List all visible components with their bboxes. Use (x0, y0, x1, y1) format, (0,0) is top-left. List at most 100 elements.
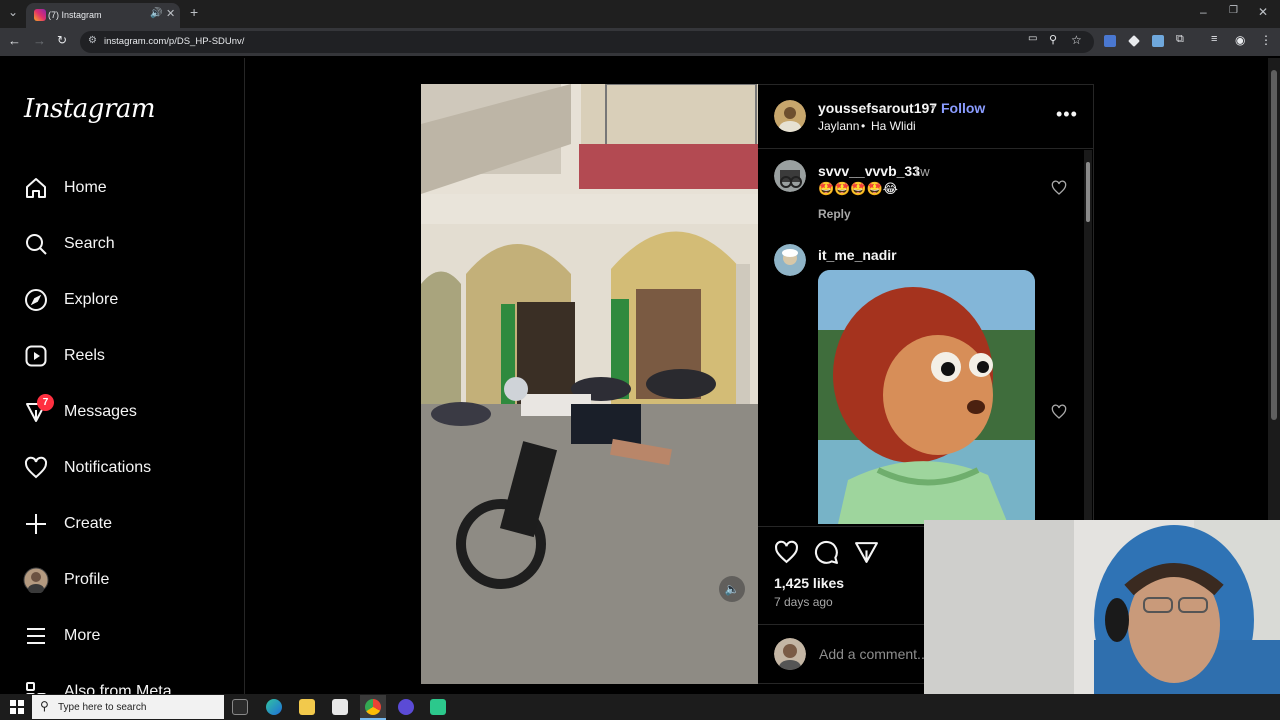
reload-icon[interactable]: ↻ (57, 33, 67, 47)
discord-like-icon[interactable] (398, 699, 414, 715)
audio-separator: • (861, 119, 866, 133)
nav-explore[interactable]: Explore (22, 280, 232, 320)
translate-extension-icon[interactable] (1104, 35, 1116, 47)
video-frame-scene (421, 84, 758, 684)
comment-bubble-icon[interactable] (814, 540, 839, 570)
back-icon[interactable]: ← (8, 33, 21, 48)
nav-also-from-meta[interactable]: Also from Meta (22, 672, 232, 694)
messages-badge: 7 (37, 394, 54, 411)
tab-title: (7) Instagram (48, 10, 102, 20)
hamburger-icon (22, 622, 50, 650)
taskbar-search-placeholder: Type here to search (58, 702, 147, 713)
home-icon (22, 174, 50, 202)
nav-also-from-meta-label: Also from Meta (64, 683, 172, 694)
app-icon[interactable] (430, 699, 446, 715)
nav-explore-label: Explore (64, 291, 119, 308)
comment-username[interactable]: svvv__vvvb_33 (818, 163, 920, 179)
extensions-puzzle-icon[interactable]: ⧉ (1176, 33, 1184, 46)
nav-notifications[interactable]: Notifications (22, 448, 232, 488)
taskbar-search-icon: ⚲ (40, 699, 49, 713)
comments-scrollbar-thumb[interactable] (1086, 162, 1090, 222)
browser-tab[interactable]: (7) Instagram 🔊 ✕ (26, 3, 180, 28)
nav-reels[interactable]: Reels (22, 336, 232, 376)
tab-list-icon[interactable]: ⌄ (8, 5, 18, 19)
meta-apps-icon (22, 678, 50, 694)
nav-search[interactable]: Search (22, 224, 232, 264)
nav-more-label: More (64, 627, 101, 644)
windows-start-icon[interactable] (10, 700, 24, 714)
plus-icon (22, 510, 50, 538)
file-explorer-icon[interactable] (299, 699, 315, 715)
audio-artist[interactable]: Jaylann (818, 119, 859, 133)
post-date: 7 days ago (774, 595, 833, 609)
site-info-icon[interactable]: ⚙ (88, 35, 97, 46)
nav-profile-label: Profile (64, 571, 110, 588)
media-controls-icon[interactable]: ≡ (1211, 33, 1217, 45)
heart-icon (22, 454, 50, 482)
video-mute-icon[interactable]: 🔈 (719, 576, 745, 602)
extension-image-icon[interactable] (1152, 35, 1164, 47)
taskbar-search[interactable]: ⚲ Type here to search (32, 695, 224, 719)
audio-title[interactable]: Ha Wlidi (871, 119, 916, 133)
chrome-icon[interactable] (365, 699, 381, 715)
nav-create-label: Create (64, 515, 113, 532)
comment-text: 🤩🤩🤩🤩😂 (818, 181, 898, 196)
author-avatar[interactable] (774, 100, 806, 132)
nav-messages[interactable]: 7 Messages (22, 392, 232, 432)
nav-home-label: Home (64, 179, 107, 196)
nav-create[interactable]: Create (22, 504, 232, 544)
search-icon (22, 230, 50, 258)
restore-icon[interactable]: ❐ (1229, 5, 1238, 16)
url-text: instagram.com/p/DS_HP-SDUnv/ (104, 36, 245, 47)
reply-button[interactable]: Reply (818, 207, 851, 221)
reels-icon (22, 342, 50, 370)
follow-separator: • (931, 100, 936, 114)
instagram-logo[interactable]: Instagram (24, 94, 156, 124)
zoom-icon[interactable]: ⚲ (1049, 33, 1057, 46)
address-bar[interactable]: ⚙ instagram.com/p/DS_HP-SDUnv/ (80, 31, 1094, 53)
window-close-icon[interactable]: ✕ (1258, 5, 1268, 19)
nav-profile[interactable]: Profile (22, 560, 232, 600)
forward-icon[interactable]: → (33, 33, 46, 48)
nav-home[interactable]: Home (22, 168, 232, 208)
like-heart-icon[interactable] (774, 540, 799, 570)
tab-close-icon[interactable]: ✕ (166, 7, 175, 20)
nav-messages-label: Messages (64, 403, 137, 420)
avatar-icon (22, 566, 50, 594)
current-user-avatar (774, 638, 806, 670)
likes-count[interactable]: 1,425 likes (774, 575, 844, 591)
nav-notifications-label: Notifications (64, 459, 152, 476)
store-icon[interactable] (332, 699, 348, 715)
nav-reels-label: Reels (64, 347, 105, 364)
follow-button[interactable]: Follow (941, 100, 985, 116)
add-comment-input[interactable]: Add a comment... (819, 646, 924, 662)
bookmark-star-icon[interactable]: ☆ (1071, 33, 1082, 47)
new-tab-icon[interactable]: + (190, 4, 198, 20)
nav-more[interactable]: More (22, 616, 232, 656)
comment-like-heart-icon[interactable] (1051, 404, 1067, 425)
comment-time: 1w (913, 164, 930, 179)
instagram-favicon-icon (34, 9, 46, 21)
header-divider (758, 148, 1093, 149)
post-video[interactable]: 🔈 (421, 84, 758, 684)
comment-username[interactable]: it_me_nadir (818, 247, 897, 263)
task-view-icon[interactable] (232, 699, 248, 715)
compass-icon (22, 286, 50, 314)
comment-input-divider (758, 624, 924, 625)
comment-like-heart-icon[interactable] (1051, 180, 1067, 201)
webcam-overlay (924, 520, 1280, 720)
nav-search-label: Search (64, 235, 115, 252)
comment-avatar[interactable] (774, 244, 806, 276)
page-scrollbar-thumb[interactable] (1271, 70, 1277, 420)
cast-icon[interactable]: ▭ (1028, 33, 1037, 44)
author-username[interactable]: youssefsarout197 (818, 100, 937, 116)
comment-gif-image[interactable] (818, 270, 1035, 524)
share-icon[interactable] (854, 540, 879, 570)
minimize-icon[interactable]: – (1200, 5, 1207, 19)
tab-audio-icon[interactable]: 🔊 (150, 8, 162, 19)
more-horizontal-icon[interactable]: ••• (1056, 104, 1078, 125)
browser-menu-icon[interactable]: ⋮ (1260, 33, 1272, 47)
profile-icon[interactable]: ◉ (1235, 33, 1245, 47)
comment-avatar[interactable] (774, 160, 806, 192)
edge-icon[interactable] (266, 699, 282, 715)
